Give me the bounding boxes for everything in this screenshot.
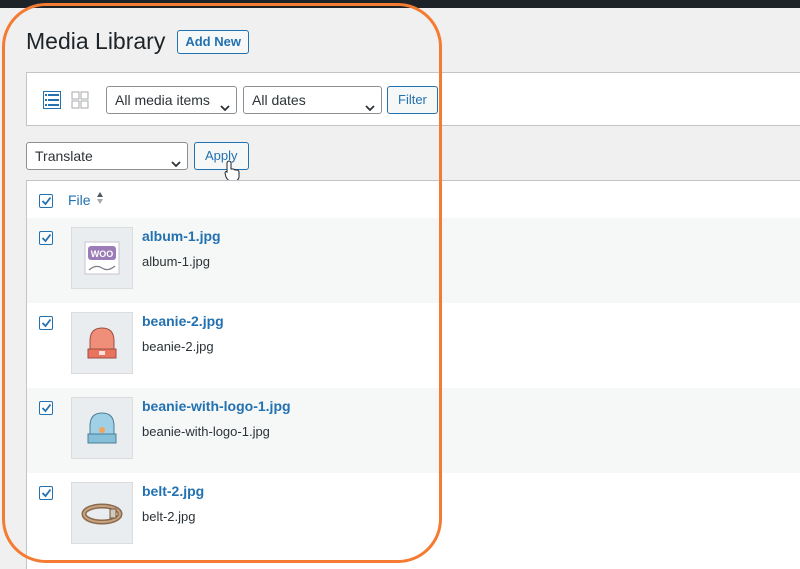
list-view-icon[interactable] xyxy=(43,91,61,109)
album-thumbnail[interactable]: WOO xyxy=(71,227,133,289)
beanie-with-logo-thumbnail[interactable] xyxy=(71,397,133,459)
file-title-link[interactable]: belt-2.jpg xyxy=(142,483,204,499)
media-filter-bar: All media items All dates Filter xyxy=(26,72,800,126)
date-select[interactable]: All dates xyxy=(243,86,382,114)
table-row: beanie-with-logo-1.jpg beanie-with-logo-… xyxy=(27,388,800,473)
grid-view-icon[interactable] xyxy=(71,91,89,109)
file-title-link[interactable]: beanie-with-logo-1.jpg xyxy=(142,398,291,414)
chevron-down-icon xyxy=(220,95,230,112)
sort-icon xyxy=(96,191,104,208)
file-name: belt-2.jpg xyxy=(142,509,196,524)
file-name: album-1.jpg xyxy=(142,254,210,269)
apply-button[interactable]: Apply xyxy=(194,142,249,170)
page-title: Media Library xyxy=(26,28,166,54)
bulk-action-value: Translate xyxy=(35,148,93,164)
row-checkbox[interactable] xyxy=(39,316,53,330)
bulk-action-select[interactable]: Translate xyxy=(26,142,188,170)
table-row: WOO album-1.jpg album-1.jpg xyxy=(27,218,800,303)
media-type-select[interactable]: All media items xyxy=(106,86,237,114)
column-header-file[interactable]: File xyxy=(68,191,104,208)
file-name: beanie-2.jpg xyxy=(142,339,214,354)
table-header: File xyxy=(27,181,800,219)
page-header: Media Library Add New xyxy=(26,28,249,55)
media-table: File WOO album-1.jpg album-1.jpg beanie-… xyxy=(26,180,800,569)
file-title-link[interactable]: beanie-2.jpg xyxy=(142,313,224,329)
chevron-down-icon xyxy=(171,151,181,168)
media-type-value: All media items xyxy=(115,92,210,108)
row-checkbox[interactable] xyxy=(39,401,53,415)
file-title-link[interactable]: album-1.jpg xyxy=(142,228,221,244)
filter-button[interactable]: Filter xyxy=(387,86,438,114)
select-all-checkbox[interactable] xyxy=(39,194,53,208)
beanie-thumbnail[interactable] xyxy=(71,312,133,374)
date-value: All dates xyxy=(252,92,306,108)
file-name: beanie-with-logo-1.jpg xyxy=(142,424,270,439)
chevron-down-icon xyxy=(365,95,375,112)
row-checkbox[interactable] xyxy=(39,231,53,245)
table-row: beanie-2.jpg beanie-2.jpg xyxy=(27,303,800,388)
svg-text:WOO: WOO xyxy=(91,249,114,259)
column-header-label: File xyxy=(68,191,91,208)
pointer-cursor-icon xyxy=(224,160,240,182)
table-row: belt-2.jpg belt-2.jpg xyxy=(27,473,800,558)
add-new-button[interactable]: Add New xyxy=(177,29,249,54)
top-bar xyxy=(0,0,800,8)
row-checkbox[interactable] xyxy=(39,486,53,500)
belt-thumbnail[interactable] xyxy=(71,482,133,544)
